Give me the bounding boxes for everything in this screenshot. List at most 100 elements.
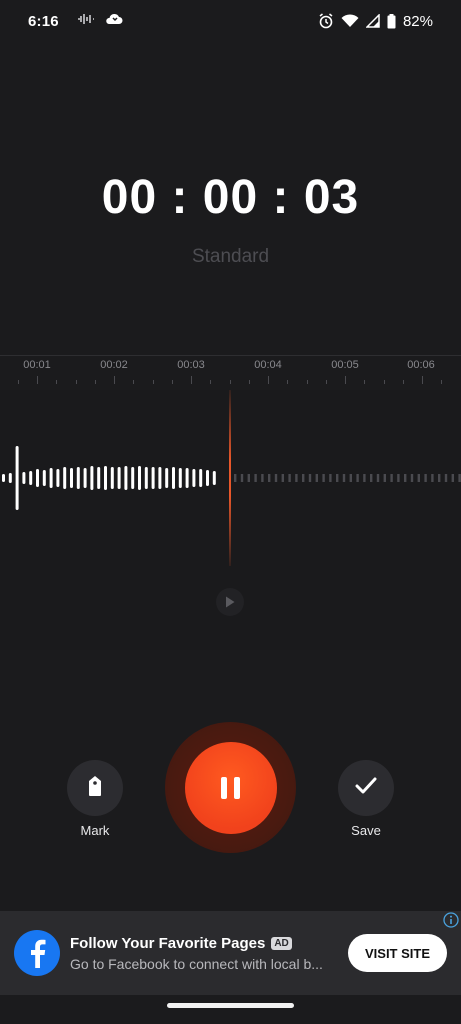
- timeline-label: 00:05: [331, 359, 359, 371]
- waveform-bar: [63, 467, 67, 489]
- waveform-placeholder-bar: [383, 474, 386, 482]
- waveform-placeholder-bar: [302, 474, 305, 482]
- waveform-bar: [29, 471, 33, 485]
- waveform-bar: [90, 466, 94, 490]
- waveform-bar: [144, 467, 148, 489]
- timeline-label: 00:06: [407, 359, 435, 371]
- waveform-bar: [56, 469, 60, 487]
- waveform-placeholder-bar: [240, 474, 244, 482]
- save-label: Save: [351, 823, 381, 838]
- recording-mode[interactable]: Standard: [0, 246, 461, 268]
- timeline-tick: [37, 376, 38, 384]
- waveform-bar: [110, 467, 114, 489]
- pause-button[interactable]: [184, 741, 277, 834]
- timeline-tick: [17, 380, 19, 384]
- waveform-placeholder-bar: [370, 474, 373, 482]
- timeline-label: 00:02: [100, 359, 128, 371]
- waveform-bar: [2, 474, 5, 482]
- timeline-tick: [75, 380, 77, 384]
- home-indicator[interactable]: [167, 1003, 294, 1008]
- check-icon: [355, 777, 377, 800]
- waveform-placeholder-bar: [356, 474, 359, 482]
- save-button[interactable]: [338, 760, 394, 816]
- timeline-label: 00:03: [177, 359, 205, 371]
- timeline-tick: [422, 376, 423, 384]
- waveform-placeholder-bar: [444, 474, 448, 482]
- waveform-placeholder-bar: [261, 474, 264, 482]
- record-halo: [165, 722, 296, 853]
- ad-banner[interactable]: Follow Your Favorite Pages AD Go to Face…: [0, 911, 461, 995]
- cloud-icon: [105, 12, 123, 30]
- waveform-placeholder-bar: [424, 474, 427, 482]
- timeline-tick: [114, 376, 115, 384]
- waveform-bar: [70, 468, 73, 488]
- waveform-placeholder-bar: [438, 474, 441, 482]
- waveform-placeholder-bar: [281, 474, 284, 482]
- waveform-bar: [165, 468, 169, 488]
- battery-icon: [387, 13, 396, 29]
- waveform-bar: [124, 466, 128, 490]
- elapsed-timer: 00 : 00 : 03: [101, 171, 360, 224]
- waveform-placeholder-bar: [234, 474, 237, 482]
- waveform-placeholder-bar: [322, 474, 325, 482]
- waveform-placeholder-bar: [404, 474, 407, 482]
- timeline-tick: [171, 380, 173, 384]
- visit-site-button[interactable]: VISIT SITE: [347, 934, 447, 972]
- ad-info-icon[interactable]: [443, 912, 459, 928]
- waveform-placeholder-bar: [254, 474, 257, 482]
- alarm-icon: [318, 13, 334, 29]
- waveform-bar: [172, 467, 175, 489]
- timeline-tick: [94, 380, 96, 384]
- waveform-bar: [138, 466, 141, 490]
- waveform-placeholder-bar: [397, 474, 400, 482]
- waveform-bar: [104, 466, 107, 490]
- waveform-bar: [15, 446, 19, 510]
- timeline-tick: [248, 380, 250, 384]
- waveform-placeholder-bar: [349, 474, 352, 482]
- status-bar: 6:16 82%: [0, 0, 461, 42]
- timeline-tick: [287, 380, 289, 384]
- wifi-icon: [341, 14, 359, 28]
- timeline-tick: [402, 380, 404, 384]
- play-icon[interactable]: [216, 588, 244, 616]
- timeline-tick: [268, 376, 269, 384]
- waveform-placeholder-bar: [288, 474, 291, 482]
- waveform-bar: [36, 469, 39, 487]
- mark-label: Mark: [80, 823, 110, 838]
- waveform-bar: [212, 471, 216, 485]
- status-time: 6:16: [28, 12, 59, 30]
- waveform-placeholder-bar: [274, 474, 278, 482]
- waveform-placeholder-bar: [315, 474, 318, 482]
- waveform-bar: [76, 467, 80, 489]
- timeline-label: 00:04: [254, 359, 282, 371]
- timeline-ruler[interactable]: 00:01 00:02 00:03 00:04 00:05 00:06: [0, 355, 461, 389]
- waveform-bar: [131, 467, 135, 489]
- timeline-tick: [191, 376, 192, 384]
- waveform-placeholder-bar: [268, 474, 271, 482]
- timeline-tick: [364, 380, 366, 384]
- timeline-tick: [441, 380, 443, 384]
- ad-title: Follow Your Favorite Pages: [70, 934, 266, 952]
- waveform-bar: [151, 467, 155, 489]
- waveform-bar: [199, 469, 203, 487]
- facebook-logo-icon: [14, 930, 60, 976]
- waveform-bar: [97, 467, 101, 489]
- signal-icon: [365, 14, 380, 28]
- waveform-area[interactable]: [0, 390, 461, 650]
- waveform-bar: [206, 470, 209, 486]
- timeline-tick: [210, 380, 212, 384]
- waveform-placeholder-bar: [390, 474, 393, 482]
- waveform-placeholder-bar: [329, 474, 332, 482]
- audio-wave-icon: [77, 12, 95, 30]
- waveform-bar: [8, 473, 12, 483]
- waveform-placeholder-bar: [308, 474, 312, 482]
- waveform-bar: [83, 468, 87, 488]
- waveform-placeholder-bar: [458, 474, 461, 482]
- waveform-bar: [42, 470, 46, 486]
- waveform-bar: [178, 468, 182, 488]
- waveform-bar: [49, 468, 53, 488]
- mark-button[interactable]: [67, 760, 123, 816]
- timeline-label: 00:01: [23, 359, 51, 371]
- waveform-placeholder-bar: [363, 474, 366, 482]
- waveform-bar: [185, 468, 189, 488]
